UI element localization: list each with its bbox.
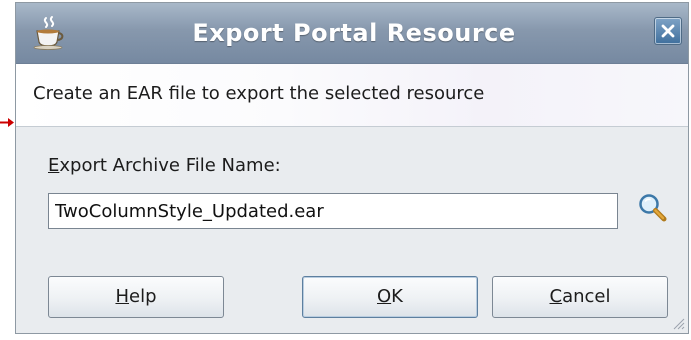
export-archive-file-name-label: Export Archive File Name: <box>48 153 281 179</box>
coffee-cup-icon <box>33 16 64 50</box>
cancel-mnemonic: C <box>549 286 563 307</box>
archive-file-name-input[interactable] <box>48 193 618 229</box>
help-button[interactable]: Help <box>48 276 224 318</box>
magnifier-icon[interactable] <box>636 191 670 225</box>
title-bar[interactable]: Export Portal Resource <box>16 3 688 64</box>
resize-grip-icon[interactable] <box>671 316 685 330</box>
dialog-description: Create an EAR file to export the selecte… <box>33 83 485 104</box>
dialog-title: Export Portal Resource <box>192 19 516 47</box>
close-button[interactable] <box>654 17 682 45</box>
cancel-label: ancel <box>562 286 611 307</box>
close-icon <box>661 24 675 38</box>
description-panel: Create an EAR file to export the selecte… <box>16 64 688 127</box>
label-text: xport Archive File Name: <box>59 155 281 176</box>
export-portal-resource-dialog: Export Portal Resource Create an EAR fil… <box>15 2 689 334</box>
cancel-button[interactable]: Cancel <box>492 276 668 318</box>
help-label: elp <box>129 286 157 307</box>
ok-label: K <box>391 286 403 307</box>
ok-button[interactable]: OK <box>302 276 478 318</box>
help-mnemonic: H <box>115 286 130 307</box>
ok-mnemonic: O <box>377 286 392 307</box>
label-mnemonic: E <box>48 155 60 176</box>
annotation-arrow-icon <box>0 118 14 127</box>
